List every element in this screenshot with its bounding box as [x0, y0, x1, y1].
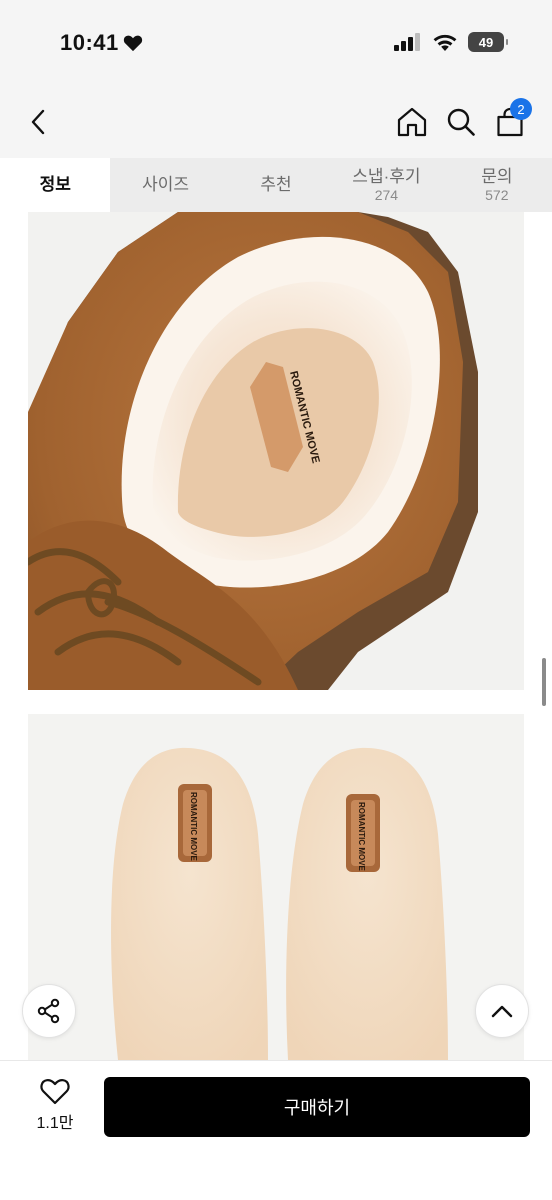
back-button[interactable]	[18, 102, 58, 142]
product-detail-page: 10:41 49 2 정보 사이즈 추천 스냅·후기 274 문의 572 RO…	[0, 0, 552, 1200]
chevron-left-icon	[31, 109, 45, 135]
buy-button-label: 구매하기	[283, 1098, 351, 1118]
insoles-illustration: ROMANTIC MOVE ROMANTIC MOVE	[28, 714, 524, 1060]
like-count: 1.1만	[36, 1115, 74, 1132]
share-button[interactable]	[22, 984, 76, 1038]
tab-size[interactable]: 사이즈	[110, 158, 220, 212]
scroll-to-top-button[interactable]	[475, 984, 529, 1038]
status-icons: 49	[394, 32, 508, 52]
tab-label: 문의	[481, 167, 513, 187]
home-button[interactable]	[392, 102, 432, 142]
tab-count: 572	[485, 186, 509, 203]
tab-label: 정보	[39, 175, 71, 195]
tab-info[interactable]: 정보	[0, 158, 111, 212]
battery-level: 49	[478, 34, 494, 50]
scroll-indicator[interactable]	[542, 658, 546, 706]
search-icon	[447, 108, 475, 136]
status-bar: 10:41 49	[0, 0, 552, 90]
product-image-shoe-interior: ROMANTIC MOVE	[28, 212, 524, 690]
wifi-icon	[433, 34, 457, 51]
chevron-up-icon	[491, 1005, 513, 1018]
search-button[interactable]	[441, 102, 481, 142]
cart-button[interactable]: 2	[490, 98, 532, 142]
tab-label: 스냅·후기	[352, 167, 421, 187]
tab-inquiry[interactable]: 문의 572	[442, 158, 552, 212]
section-tabs: 정보 사이즈 추천 스냅·후기 274 문의 572	[0, 158, 552, 212]
cellular-signal-icon	[394, 33, 420, 51]
cart-count-badge: 2	[510, 98, 532, 120]
bottom-action-bar: 1.1만 구매하기	[0, 1060, 552, 1200]
heart-status-icon	[123, 35, 142, 52]
tab-count: 274	[374, 186, 399, 203]
tab-recommend[interactable]: 추천	[221, 158, 331, 212]
share-icon	[37, 998, 60, 1024]
home-icon	[397, 107, 427, 137]
battery-indicator: 49	[468, 32, 508, 52]
status-time: 10:41	[60, 30, 143, 56]
brand-label-text-2: ROMANTIC MOVE	[189, 792, 198, 862]
tab-snap-review[interactable]: 스냅·후기 274	[331, 158, 441, 212]
like-button[interactable]: 1.1만	[24, 1077, 86, 1133]
cart-count: 2	[517, 101, 525, 117]
buy-button[interactable]: 구매하기	[104, 1077, 530, 1137]
heart-icon	[40, 1079, 70, 1105]
time-text: 10:41	[60, 30, 119, 55]
tab-label: 사이즈	[142, 175, 190, 195]
product-image-insoles: ROMANTIC MOVE ROMANTIC MOVE	[28, 714, 524, 1060]
nav-header: 2	[0, 90, 552, 158]
brand-label-text-3: ROMANTIC MOVE	[357, 802, 366, 872]
shoe-illustration: ROMANTIC MOVE	[28, 212, 524, 690]
tab-label: 추천	[260, 175, 292, 195]
